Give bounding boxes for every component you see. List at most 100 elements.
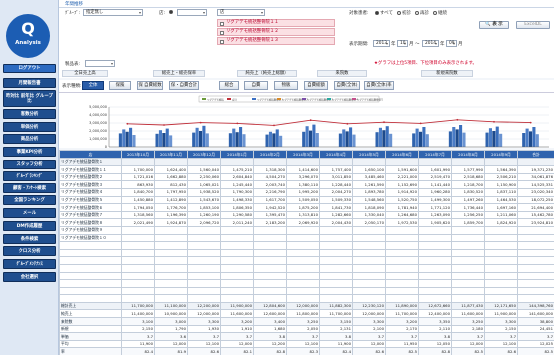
value-cell: 12,000 <box>451 339 485 349</box>
value-cell: 2,069,920 <box>286 218 320 227</box>
value-cell <box>484 241 518 250</box>
value-cell: 2,011,240 <box>220 218 254 227</box>
sidebar-item-7[interactable]: スタッフ分析 <box>3 160 56 169</box>
value-cell <box>286 263 320 273</box>
table-row: リグアデモ統括整骨院９ <box>59 225 554 235</box>
row-label-cell <box>59 279 122 288</box>
value-cell <box>220 271 254 281</box>
row-label-cell: 総計売上 <box>59 301 122 311</box>
chart-bar <box>459 125 463 147</box>
store-check-2[interactable]: リグアデモ統括整骨院１２ <box>217 28 335 36</box>
value-cell <box>517 271 554 281</box>
sidebar-item-0[interactable]: ログアウト <box>3 64 56 73</box>
sidebar-item-13[interactable]: 条件検索 <box>3 234 56 244</box>
value-cell: 2,050 <box>286 324 320 334</box>
sidebar-item-8[interactable]: ｸﾞﾙｰﾌﾟﾗﾝｷﾝｸﾞ <box>3 171 56 181</box>
value-cell: 2,050,170 <box>352 218 386 227</box>
value-cell: 3,000 <box>154 317 188 326</box>
value-cell: 1,290,580 <box>220 210 254 220</box>
store-select-small[interactable] <box>177 9 207 16</box>
sidebar-item-3[interactable]: 客数分析 <box>3 109 56 119</box>
value-cell <box>319 271 353 281</box>
sidebar-item-14[interactable]: クロス分析 <box>3 246 56 256</box>
sidebar-item-5[interactable]: 商品分析 <box>3 134 56 144</box>
value-cell <box>220 286 254 296</box>
row-label-cell <box>59 256 122 265</box>
search-button[interactable]: 🔍 表 示 <box>479 21 509 29</box>
value-cell: 3.7 <box>286 332 320 341</box>
excel-download-button[interactable]: ExcelDL <box>516 21 550 29</box>
store-check-3[interactable]: リグアデモ統括整骨院１３ <box>217 37 335 45</box>
chart-total-point <box>273 124 275 127</box>
value-cell: 82.6 <box>352 347 386 355</box>
table-header-row: 店 2013年10月 2013年11月 2013年12月 2014年1月 2014年2月 2… <box>59 150 554 159</box>
view-toggle-7[interactable]: 自費総額 <box>304 81 328 90</box>
view-toggle-5[interactable]: 自費 <box>244 81 268 90</box>
value-cell <box>451 279 485 288</box>
search-button-label: 表 示 <box>492 22 503 27</box>
metric-cell-4[interactable]: 新規来院数 <box>421 70 473 77</box>
value-cell: 1,263,090 <box>418 210 452 220</box>
value-cell: 1,771,120 <box>418 203 452 212</box>
view-toggle-8[interactable]: 自費(全体) <box>334 81 360 90</box>
metric-cell-1[interactable]: 総売上・総売保率 <box>153 70 205 77</box>
column-header: 2014年2月 <box>253 150 287 159</box>
metric-cell-0[interactable]: 全日売上高 <box>62 70 108 77</box>
chart-bar <box>315 133 319 147</box>
store-select[interactable]: 店 <box>217 9 265 16</box>
table-row: リグアデモ統括整骨院１０ <box>59 233 554 243</box>
sidebar-item-9[interactable]: 顧客・ｱﾝｹｰﾄ検索 <box>3 183 56 193</box>
period-from-year[interactable]: 2013 <box>373 40 390 47</box>
period-to-year[interactable]: 2014 <box>422 40 439 47</box>
sidebar-item-12[interactable]: DM作成履歴 <box>3 221 56 231</box>
value-cell <box>319 263 353 273</box>
view-toggle-0[interactable]: 全体 <box>82 81 104 90</box>
sidebar-item-6[interactable]: 事業KPI分析 <box>3 147 56 157</box>
value-cell <box>352 157 386 167</box>
store-check-1[interactable]: リグアデモ統括整骨院１１ <box>217 19 335 27</box>
view-toggle-4[interactable]: 総合 <box>219 81 239 90</box>
sidebar-item-15[interactable]: ｸﾞﾙｰﾌﾟﾒﾝﾃﾅﾝｽ <box>3 259 56 269</box>
metric-cell-2[interactable]: 純売上（純売上総額） <box>237 70 297 77</box>
sidebar-item-4[interactable]: 単価分析 <box>3 122 56 132</box>
target-option-continue[interactable]: 継続 <box>433 10 447 16</box>
value-cell <box>253 256 287 265</box>
store-radio-a[interactable] <box>169 10 174 16</box>
value-cell: 1,450,880 <box>121 195 155 205</box>
radio-icon <box>415 10 419 15</box>
sidebar-item-2[interactable]: 昨対比 前年比 グループ比 <box>3 90 56 107</box>
chart-bar <box>528 131 533 147</box>
view-toggle-3[interactable]: 保・自費合計 <box>169 81 199 90</box>
sidebar-item-16[interactable]: 会社選択 <box>3 272 56 282</box>
setting-select[interactable] <box>85 60 115 67</box>
sidebar-item-11[interactable]: メール <box>3 208 56 218</box>
value-cell <box>121 233 155 243</box>
period-to-month[interactable]: 09 <box>446 40 457 47</box>
view-toggle-9[interactable]: 自費(全体)率 <box>364 81 394 90</box>
row-label-cell: 純売上 <box>59 309 122 319</box>
view-toggle-1[interactable]: 保険 <box>109 81 131 90</box>
value-cell <box>253 294 287 303</box>
target-option-new[interactable]: 初診 <box>397 10 411 16</box>
value-cell: 11,900,000 <box>220 301 254 311</box>
value-cell <box>418 263 452 273</box>
table-row <box>59 286 554 296</box>
period-from-month[interactable]: 10 <box>397 40 408 47</box>
chart-bar <box>205 133 209 147</box>
group-select[interactable]: 指定無し <box>83 9 143 16</box>
target-option-all[interactable]: すべて <box>375 10 393 16</box>
table-row <box>59 279 554 288</box>
chart-bar <box>198 131 203 147</box>
value-cell: 11,700,000 <box>319 309 353 319</box>
target-option-revisit[interactable]: 再診 <box>415 10 429 16</box>
table-row: 平均 11,900 12,000 12,100 12,000 12,200 12,100 11… <box>59 339 554 349</box>
value-cell <box>451 248 485 258</box>
metric-cell-3[interactable]: 来院数 <box>317 70 367 77</box>
value-cell <box>385 263 419 273</box>
value-cell <box>319 256 353 265</box>
sidebar-item-10[interactable]: 全国ランキング <box>3 195 56 205</box>
view-toggle-2[interactable]: 保 自費総数 <box>137 81 163 90</box>
sidebar-item-1[interactable]: 月間報告書 <box>3 78 56 88</box>
view-toggle-6[interactable]: 物販 <box>274 81 298 90</box>
value-cell: 24,451 <box>517 324 554 334</box>
